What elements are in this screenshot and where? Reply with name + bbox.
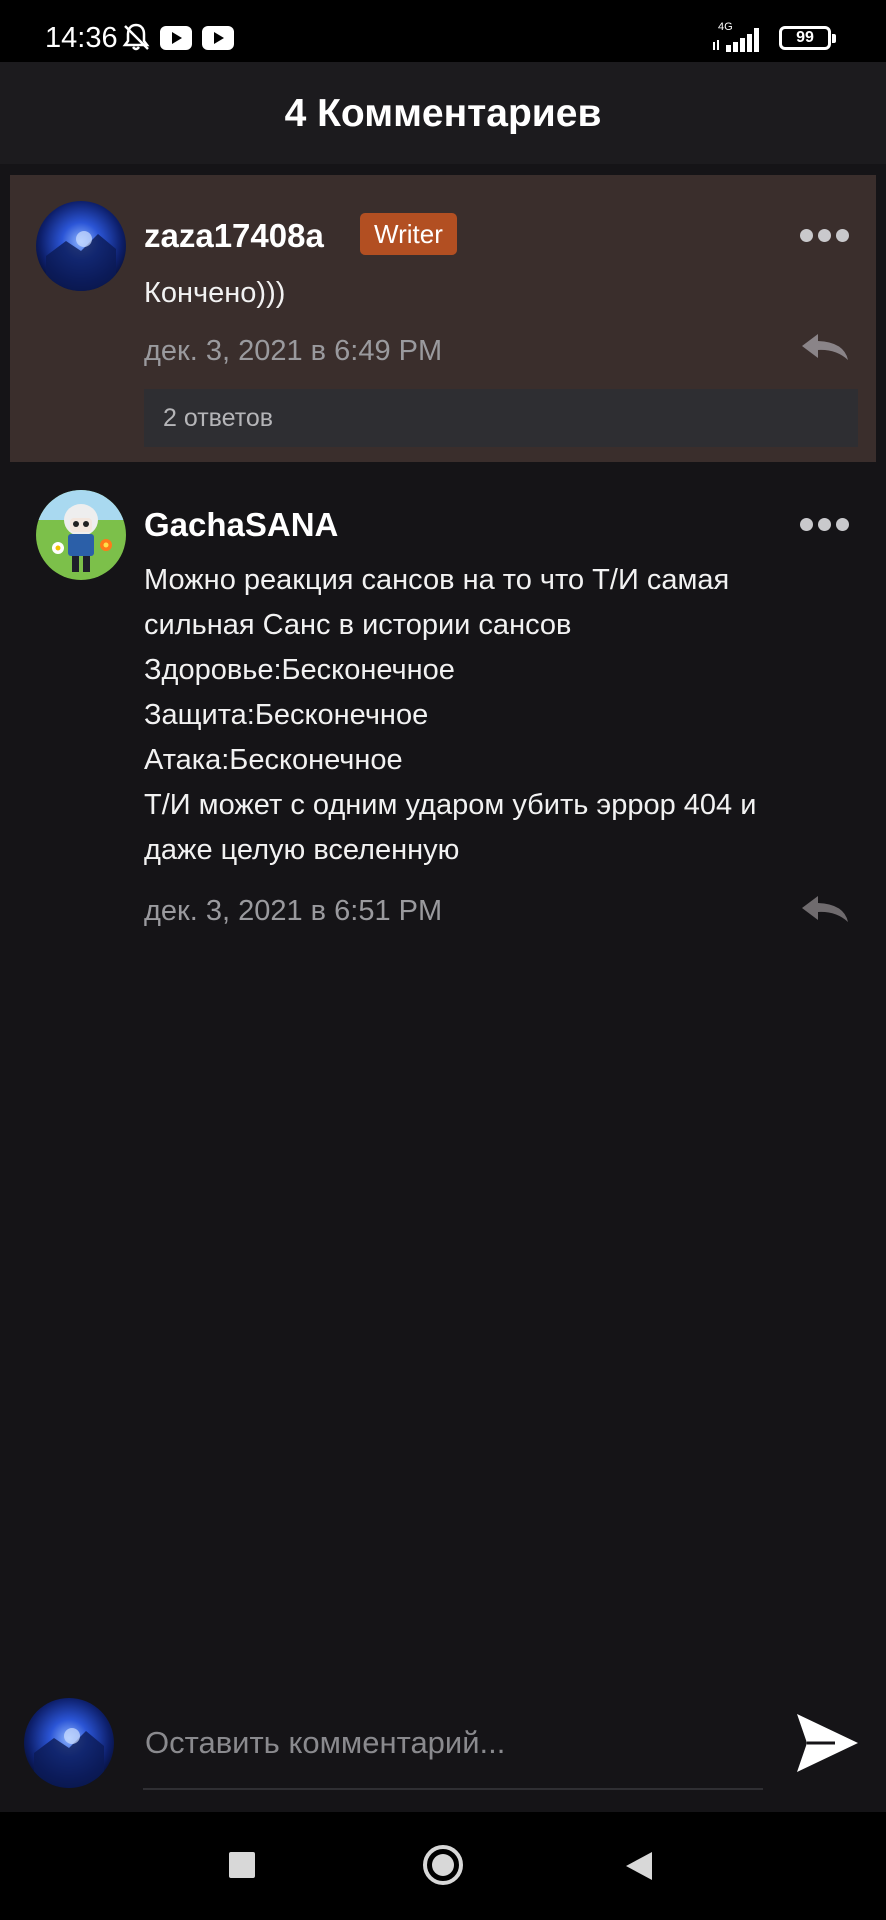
comment-username[interactable]: GachaSANA xyxy=(144,506,338,544)
comment-text: Можно реакция сансов на то что Т/И самая… xyxy=(144,564,757,866)
back-button[interactable] xyxy=(624,1850,654,1882)
more-options-icon[interactable] xyxy=(800,225,850,245)
reply-icon[interactable] xyxy=(800,892,850,926)
page-title: 4 Комментариев xyxy=(284,92,602,135)
comment-date: дек. 3, 2021 в 6:49 PM xyxy=(144,335,443,367)
status-bar: 14:36 4G 99 xyxy=(0,0,886,62)
svg-text:4G: 4G xyxy=(718,21,733,33)
replies-count-button[interactable]: 2 ответов xyxy=(144,389,858,447)
status-time: 14:36 xyxy=(45,22,118,54)
avatar[interactable] xyxy=(36,490,126,580)
comment-item[interactable]: zaza17408a Writer Кончено))) дек. 3, 202… xyxy=(10,175,876,462)
home-button[interactable] xyxy=(421,1843,465,1887)
comments-screen: 14:36 4G 99 4 Комментариев zaza17408a Wr… xyxy=(0,0,886,1920)
youtube-icon xyxy=(160,26,192,50)
reply-icon[interactable] xyxy=(800,330,850,364)
comment-text: Кончено))) xyxy=(144,277,286,309)
input-underline xyxy=(143,1788,763,1790)
battery-indicator: 99 xyxy=(779,26,836,50)
avatar xyxy=(24,1698,114,1788)
comment-username[interactable]: zaza17408a xyxy=(144,217,324,255)
send-icon[interactable] xyxy=(795,1712,860,1774)
comment-date: дек. 3, 2021 в 6:51 PM xyxy=(144,895,443,927)
navigation-bar xyxy=(0,1812,886,1920)
youtube-icon xyxy=(202,26,234,50)
avatar[interactable] xyxy=(36,201,126,291)
more-options-icon[interactable] xyxy=(800,514,850,534)
comment-input[interactable]: Оставить комментарий... xyxy=(145,1725,505,1761)
comments-header: 4 Комментариев xyxy=(0,62,886,164)
recents-button[interactable] xyxy=(229,1852,255,1878)
bell-off-icon xyxy=(122,23,150,51)
signal-icon: 4G xyxy=(713,21,759,52)
comment-item[interactable]: GachaSANA Можно реакция сансов на то что… xyxy=(0,462,886,962)
writer-badge: Writer xyxy=(360,213,457,255)
